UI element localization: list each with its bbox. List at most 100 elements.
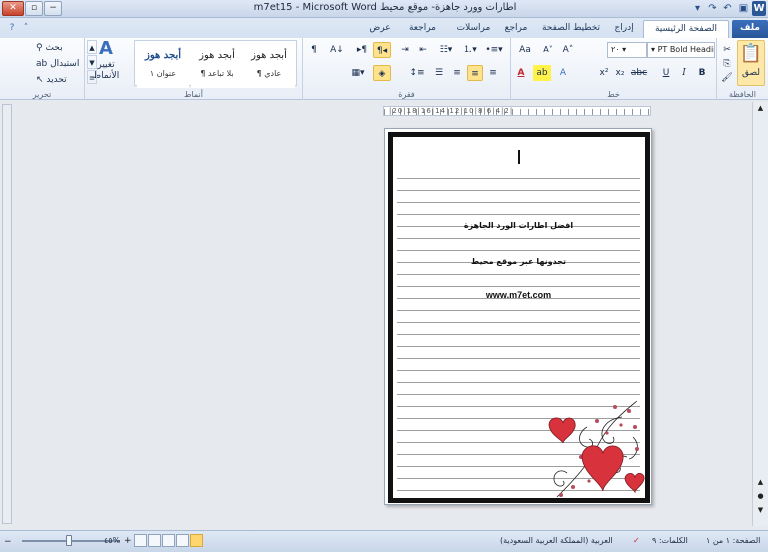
doc-line-1[interactable]: افضل اطارات الورد الجاهزة: [397, 221, 640, 230]
view-reading-icon[interactable]: [176, 534, 189, 547]
page-number[interactable]: الصفحة: ١ من ١: [706, 536, 760, 545]
redo-icon[interactable]: ↷: [705, 1, 720, 16]
title-bar: ✕ ▫ − m7et15 - Microsoft Word اطارات وور…: [0, 0, 768, 18]
tab-mailings[interactable]: مراسلات: [446, 20, 501, 38]
multilevel-list-icon[interactable]: ☷▾: [435, 42, 457, 58]
align-right-icon[interactable]: ≡: [485, 65, 501, 81]
style-heading1-sample: أبجد هوز: [144, 50, 181, 61]
shrink-font-button[interactable]: A˅: [539, 42, 557, 58]
minimize-button[interactable]: −: [44, 1, 62, 16]
zoom-in-icon[interactable]: +: [124, 536, 132, 546]
bold-button[interactable]: B: [695, 65, 709, 81]
replace-button[interactable]: ab استبدال: [36, 56, 79, 72]
view-print-layout-icon[interactable]: [190, 534, 203, 547]
styles-group-label: أنماط: [184, 90, 203, 99]
vertical-ruler: [2, 104, 12, 524]
cursor-icon: ↖: [36, 75, 47, 85]
numbering-icon[interactable]: ⒈▾: [459, 42, 481, 58]
styles-gallery: أبجد هوز عنوان ١ أبجد هوز ¶ بلا تباعد أب…: [134, 40, 297, 88]
grow-font-button[interactable]: A˄: [559, 42, 577, 58]
word-window: ✕ ▫ − m7et15 - Microsoft Word اطارات وور…: [0, 0, 768, 552]
close-button[interactable]: ✕: [2, 1, 24, 16]
view-web-icon[interactable]: [162, 534, 175, 547]
doc-line-2[interactable]: تجدونها عبر موقع محيط: [397, 257, 640, 266]
align-center-icon[interactable]: ≡: [467, 65, 483, 81]
zoom-out-icon[interactable]: −: [4, 537, 12, 547]
rtl-direction-icon[interactable]: ¶◂: [373, 42, 391, 58]
tab-home[interactable]: الصفحة الرئيسية: [643, 20, 729, 38]
language-indicator[interactable]: العربية (المملكة العربية السعودية): [500, 536, 613, 545]
prev-page-icon[interactable]: ▲: [755, 478, 766, 488]
styles-more-icon[interactable]: ≡: [87, 70, 97, 84]
status-bar: − + ٤٥% العربية (المملكة العربية السعودي…: [0, 530, 768, 552]
ruler-numbers: |20|18|16|14|12|10|8|6|4|2|: [389, 107, 514, 115]
change-case-button[interactable]: Aa: [513, 42, 537, 58]
justify-icon[interactable]: ☰: [431, 65, 447, 81]
scroll-up-icon[interactable]: ▲: [755, 104, 766, 114]
styles-scroll-down-icon[interactable]: ▼: [87, 55, 97, 69]
underline-button[interactable]: U: [659, 65, 673, 81]
decrease-indent-icon[interactable]: ⇤: [415, 42, 431, 58]
word-count[interactable]: الكلمات: ٩: [652, 536, 688, 545]
font-group: Aa A˅ A˄ ٢٠ ▾ ▾ PT Bold Heading A ab A x…: [510, 38, 716, 100]
window-title: m7et15 - Microsoft Word اطارات وورد جاهز…: [253, 2, 517, 13]
tab-file[interactable]: ملف: [732, 20, 768, 38]
italic-button[interactable]: I: [677, 65, 691, 81]
zoom-level[interactable]: ٤٥%: [104, 536, 120, 545]
tab-insert[interactable]: إدراج: [608, 20, 640, 38]
word-app-icon[interactable]: W: [752, 1, 766, 16]
style-no-spacing[interactable]: أبجد هوز ¶ بلا تباعد: [191, 44, 243, 88]
line-spacing-icon[interactable]: ↕≡: [407, 65, 427, 81]
font-name-combo[interactable]: ▾ PT Bold Heading: [647, 42, 715, 58]
tab-page-layout[interactable]: تخطيط الصفحة: [536, 20, 606, 38]
clipboard-group: ✂ ⎘ 🖌 📋 لصق الحافظة: [716, 38, 768, 100]
help-icon[interactable]: ?: [6, 22, 18, 34]
save-icon[interactable]: ▣: [736, 1, 751, 16]
next-page-icon[interactable]: ▼: [755, 506, 766, 516]
style-heading1[interactable]: أبجد هوز عنوان ١: [137, 44, 189, 88]
font-color-button[interactable]: A: [513, 65, 529, 81]
document-page[interactable]: افضل اطارات الورد الجاهزة تجدونها عبر مو…: [384, 128, 652, 505]
text-effects-button[interactable]: A: [555, 65, 571, 81]
tab-references[interactable]: مراجع: [500, 20, 532, 38]
tab-review[interactable]: مراجعة: [400, 20, 445, 38]
browse-object-icon[interactable]: ●: [755, 492, 766, 502]
increase-indent-icon[interactable]: ⇥: [397, 42, 413, 58]
ribbon-tabs: ? ˄ عرض مراجعة مراسلات مراجع تخطيط الصفح…: [0, 18, 768, 38]
sort-button[interactable]: A↓: [329, 42, 345, 58]
doc-line-3[interactable]: www.m7et.com: [397, 290, 640, 300]
shading-icon[interactable]: ◈: [373, 65, 391, 81]
strikethrough-button[interactable]: abc: [629, 65, 649, 81]
select-button[interactable]: ↖ تحديد: [36, 72, 67, 88]
highlight-button[interactable]: ab: [533, 65, 551, 81]
find-button[interactable]: ⚲ بحث: [36, 40, 63, 56]
style-no-spacing-sample: أبجد هوز: [199, 50, 235, 61]
proofing-icon[interactable]: ✓: [633, 536, 640, 545]
superscript-button[interactable]: x²: [597, 65, 611, 81]
hearts-decoration-icon: [548, 400, 645, 498]
format-painter-icon[interactable]: 🖌: [721, 70, 733, 86]
paragraph-group-label: فقرة: [398, 90, 415, 99]
zoom-slider-thumb[interactable]: [66, 535, 72, 546]
font-size-combo[interactable]: ٢٠ ▾: [607, 42, 647, 58]
ribbon-collapse-icon[interactable]: ˄: [20, 22, 32, 34]
style-normal-label: ¶ عادي: [256, 69, 282, 78]
undo-icon[interactable]: ↶: [720, 1, 735, 16]
styles-scroll-up-icon[interactable]: ▲: [87, 40, 97, 54]
borders-icon[interactable]: ▦▾: [347, 65, 369, 81]
view-draft-icon[interactable]: [134, 534, 147, 547]
show-marks-button[interactable]: ¶: [307, 42, 321, 58]
bullets-icon[interactable]: •≡▾: [483, 42, 505, 58]
vertical-scrollbar[interactable]: ▲ ▲ ● ▼: [752, 102, 768, 526]
style-normal[interactable]: أبجد هوز ¶ عادي: [243, 44, 295, 88]
restore-button[interactable]: ▫: [25, 1, 43, 16]
qat-customize-icon[interactable]: ▾: [690, 1, 705, 16]
paste-button[interactable]: 📋 لصق: [737, 40, 765, 86]
align-left-icon[interactable]: ≡: [449, 65, 465, 81]
font-group-label: خط: [607, 90, 620, 99]
horizontal-ruler: |20|18|16|14|12|10|8|6|4|2|: [383, 106, 651, 116]
subscript-button[interactable]: x₂: [613, 65, 627, 81]
view-outline-icon[interactable]: [148, 534, 161, 547]
tab-view[interactable]: عرض: [360, 20, 400, 38]
ltr-direction-icon[interactable]: ▸¶: [353, 42, 371, 58]
